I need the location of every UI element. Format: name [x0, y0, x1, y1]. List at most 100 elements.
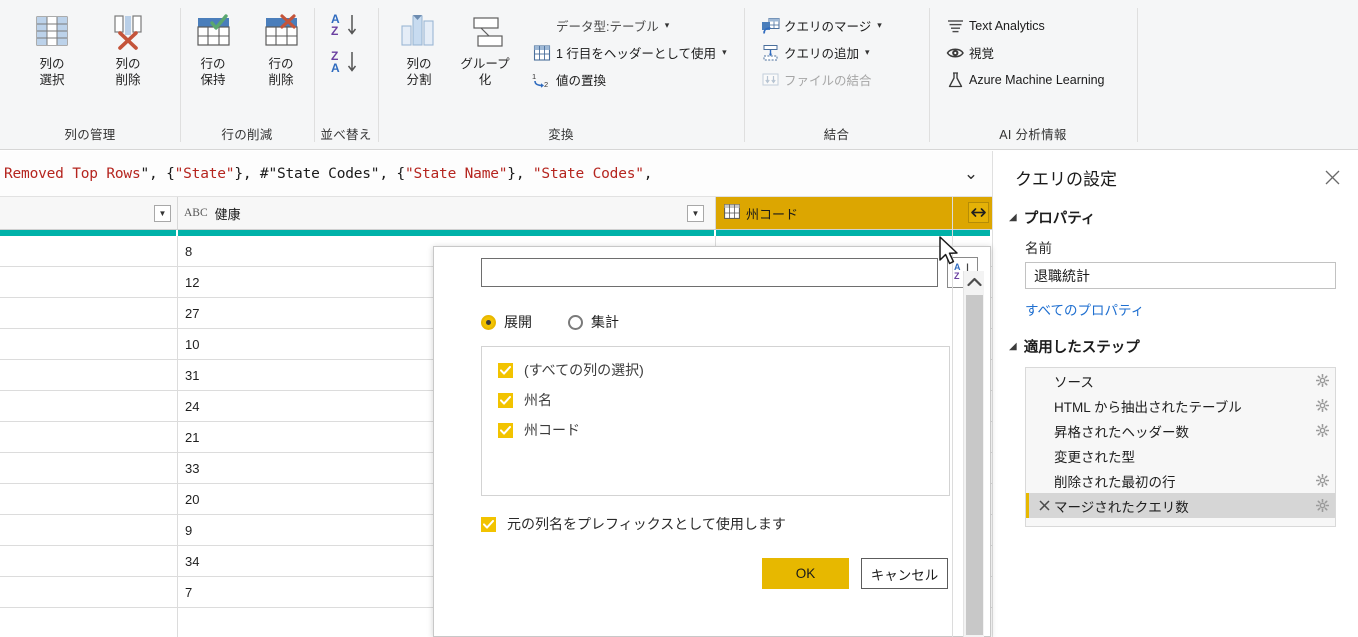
column-header-health[interactable]: ABC 健康 ▼ — [178, 197, 716, 229]
keep-rows-icon — [191, 10, 235, 54]
split-column-label: 列の 分割 — [406, 57, 432, 87]
applied-step-item[interactable]: 変更された型 — [1026, 443, 1335, 468]
sort-ascending-icon: A Z — [330, 12, 362, 41]
table-cell[interactable] — [0, 422, 178, 452]
column-header-state-code[interactable]: 州コード — [716, 197, 992, 229]
search-input[interactable] — [481, 258, 938, 287]
text-analytics-button[interactable]: Text Analytics — [941, 12, 1109, 39]
filter-dropdown-icon-1[interactable]: ▼ — [687, 204, 704, 222]
table-cell[interactable] — [0, 546, 178, 576]
gear-icon[interactable] — [1309, 399, 1335, 412]
scroll-up-chevron-up-icon[interactable] — [964, 271, 984, 293]
svg-text:Z: Z — [954, 271, 960, 281]
data-type-button[interactable]: データ型:テーブル ▾ — [528, 12, 731, 39]
chevron-down-icon[interactable]: ▾ — [877, 20, 882, 31]
svg-text:A: A — [331, 61, 340, 75]
choose-columns-button[interactable]: 列の 選択 — [19, 6, 85, 88]
applied-step-item[interactable]: 昇格されたヘッダー数 — [1026, 418, 1335, 443]
grid-vertical-scrollbar[interactable] — [963, 271, 984, 637]
table-cell[interactable] — [0, 515, 178, 545]
sort-descending-icon: Z A — [330, 49, 362, 78]
keep-rows-button[interactable]: 行の 保持 — [180, 6, 246, 88]
checkbox-column-2[interactable] — [498, 422, 513, 438]
vision-button[interactable]: 視覚 — [941, 39, 1109, 66]
name-field-label: 名前 — [1025, 241, 1052, 256]
column-checkbox-list: (すべての列の選択) 州名州コード — [481, 346, 950, 496]
split-column-button[interactable]: 列の 分割 — [386, 6, 452, 88]
chevron-down-icon[interactable]: ▾ — [865, 47, 870, 58]
expand-columns-dialog: A Z 展開 集計 (すべての列の選択) 州名 州コード 元の列名をプレフィック… — [433, 246, 991, 637]
dialog-search-row: A Z — [434, 247, 990, 288]
radio-label-expand: 展開 — [504, 314, 532, 330]
append-queries-button[interactable]: クエリの追加 ▾ — [756, 39, 886, 66]
radio-dot-aggregate — [568, 314, 583, 330]
use-first-row-as-header-icon — [531, 44, 553, 62]
table-cell[interactable] — [0, 453, 178, 483]
formula-seg-4: "State Codes" — [268, 165, 380, 182]
ok-button[interactable]: OK — [762, 558, 849, 589]
merge-queries-button[interactable]: クエリのマージ ▾ — [756, 12, 886, 39]
checkbox-prefix[interactable] — [481, 516, 496, 532]
table-cell[interactable] — [0, 360, 178, 390]
table-cell[interactable] — [0, 329, 178, 359]
list-item[interactable]: 州名 — [482, 385, 949, 415]
combine-files-button[interactable]: ファイルの結合 — [756, 66, 886, 93]
gear-icon[interactable] — [1309, 424, 1335, 437]
filter-dropdown-icon-0[interactable]: ▼ — [154, 204, 171, 222]
use-first-row-as-header-button[interactable]: 1 行目をヘッダーとして使用 ▾ — [528, 39, 731, 66]
data-type-label: データ型:テーブル — [556, 20, 659, 34]
remove-rows-button[interactable]: 行の 削除 — [248, 6, 314, 88]
table-cell[interactable] — [0, 484, 178, 514]
remove-columns-button[interactable]: 列の 削除 — [95, 6, 161, 88]
table-cell[interactable] — [0, 267, 178, 297]
properties-section-toggle[interactable]: ◢ プロパティ — [993, 190, 1358, 228]
sort-ascending-button[interactable]: A Z — [330, 12, 362, 41]
sort-descending-button[interactable]: Z A — [330, 49, 362, 78]
gear-icon[interactable] — [1309, 374, 1335, 387]
checkbox-column-1[interactable] — [498, 392, 513, 408]
dialog-buttons: OK キャンセル — [434, 534, 990, 589]
table-cell[interactable] — [0, 608, 178, 637]
close-icon[interactable] — [1320, 166, 1344, 190]
chevron-down-icon[interactable]: ▾ — [722, 47, 727, 58]
formula-text[interactable]: Removed Top Rows", {"State"}, #"State Co… — [0, 166, 950, 182]
ribbon-group-ai-insights: Text Analytics 視覚 Azure Machine Learning… — [929, 0, 1137, 148]
query-settings-panel: クエリの設定 ◢ プロパティ 名前 退職統計 すべてのプロパティ ◢ 適用したス… — [992, 151, 1358, 637]
replace-values-button[interactable]: 1 2 値の置換 — [528, 66, 731, 93]
all-properties-link[interactable]: すべてのプロパティ — [993, 289, 1358, 319]
list-item[interactable]: (すべての列の選択) — [482, 355, 949, 385]
group-by-button[interactable]: グループ 化 — [452, 6, 518, 88]
radio-expand[interactable]: 展開 — [481, 312, 532, 332]
radio-aggregate[interactable]: 集計 — [568, 312, 619, 332]
chevron-down-icon[interactable]: ▾ — [665, 20, 670, 31]
expand-columns-icon[interactable] — [968, 202, 989, 223]
azure-machine-learning-button[interactable]: Azure Machine Learning — [941, 66, 1109, 93]
applied-step-label: マージされたクエリ数 — [1054, 499, 1189, 515]
applied-step-item[interactable]: ソース — [1026, 368, 1335, 393]
formula-expand-chevron-down-icon[interactable]: ⌄ — [950, 164, 992, 184]
formula-seg-2: "State" — [174, 165, 235, 182]
table-cell[interactable] — [0, 577, 178, 607]
use-original-name-as-prefix-row[interactable]: 元の列名をプレフィックスとして使用します — [434, 496, 990, 534]
applied-step-item[interactable]: 削除された最初の行 — [1026, 468, 1335, 493]
gear-icon[interactable] — [1309, 474, 1335, 487]
list-item-label: 州名 — [524, 392, 552, 408]
checkbox-column-0[interactable] — [498, 362, 513, 378]
cancel-button[interactable]: キャンセル — [861, 558, 948, 589]
column-header-0[interactable]: ▼ — [0, 197, 178, 229]
column-header-label-state-code: 州コード — [746, 206, 799, 222]
query-name-input[interactable]: 退職統計 — [1025, 262, 1336, 289]
table-cell[interactable] — [0, 391, 178, 421]
table-cell[interactable] — [0, 236, 178, 266]
table-cell[interactable] — [0, 298, 178, 328]
gear-icon[interactable] — [1309, 499, 1335, 512]
applied-step-item[interactable]: HTML から抽出されたテーブル — [1026, 393, 1335, 418]
remove-rows-icon — [259, 10, 303, 54]
list-item[interactable]: 州コード — [482, 415, 949, 445]
ribbon-group-combine: クエリのマージ ▾ クエリの追加 ▾ ファイルの結合 結合 — [744, 0, 929, 148]
mode-radio-group: 展開 集計 — [434, 288, 990, 332]
scrollbar-thumb[interactable] — [966, 295, 983, 635]
applied-steps-section-toggle[interactable]: ◢ 適用したステップ — [993, 319, 1358, 357]
delete-step-icon[interactable] — [1036, 500, 1052, 511]
applied-step-item[interactable]: マージされたクエリ数 — [1026, 493, 1335, 518]
